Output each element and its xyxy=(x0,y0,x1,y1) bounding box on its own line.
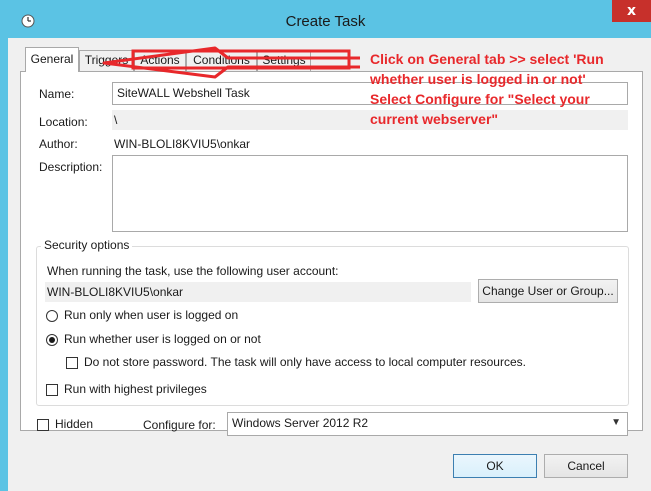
description-label: Description: xyxy=(39,160,103,174)
title-bar[interactable]: Create Task x xyxy=(0,0,651,38)
security-options-title: Security options xyxy=(41,238,133,252)
run-whether-logged-on-label[interactable]: Run whether user is logged on or not xyxy=(64,332,261,346)
tab-label: Triggers xyxy=(84,53,129,67)
change-user-button[interactable]: Change User or Group... xyxy=(478,279,618,303)
author-value: WIN-BLOLI8KVIU5\onkar xyxy=(114,137,251,151)
hidden-label[interactable]: Hidden xyxy=(55,417,93,431)
ok-button[interactable]: OK xyxy=(453,454,537,478)
run-whether-logged-on-radio[interactable] xyxy=(46,334,58,346)
tab-label: Settings xyxy=(262,53,306,67)
hidden-checkbox[interactable] xyxy=(37,419,49,431)
tab-settings[interactable]: Settings xyxy=(257,50,311,71)
tab-triggers[interactable]: Triggers xyxy=(79,50,134,71)
name-label: Name: xyxy=(39,87,75,101)
annotation-line-4: current webserver" xyxy=(370,111,499,127)
description-textarea[interactable] xyxy=(112,155,628,232)
configure-for-value: Windows Server 2012 R2 xyxy=(232,416,369,430)
author-label: Author: xyxy=(39,137,78,151)
tab-general[interactable]: General xyxy=(25,47,79,72)
tab-label: General xyxy=(30,52,74,66)
configure-for-label: Configure for: xyxy=(143,418,216,432)
configure-for-select[interactable]: Windows Server 2012 R2 ▼ xyxy=(227,412,628,436)
annotation-line-1: Click on General tab >> select 'Run xyxy=(370,51,604,67)
tab-label: Actions xyxy=(140,53,180,67)
highest-privileges-checkbox[interactable] xyxy=(46,384,58,396)
highest-privileges-label[interactable]: Run with highest privileges xyxy=(64,382,207,396)
tab-actions[interactable]: Actions xyxy=(134,50,186,71)
annotation-text: Click on General tab >> select 'Run whet… xyxy=(370,49,604,129)
annotation-line-3: Select Configure for "Select your xyxy=(370,91,590,107)
run-logged-on-label[interactable]: Run only when user is logged on xyxy=(64,308,238,322)
close-icon: x xyxy=(626,3,637,19)
chevron-down-icon: ▼ xyxy=(611,417,621,428)
window-title: Create Task xyxy=(285,13,366,30)
close-button[interactable]: x xyxy=(612,0,651,22)
tab-conditions[interactable]: Conditions xyxy=(186,50,257,71)
tab-label: Conditions xyxy=(193,53,250,67)
annotation-line-2: whether user is logged in or not' xyxy=(370,71,586,87)
no-store-password-label[interactable]: Do not store password. The task will onl… xyxy=(84,355,526,369)
cancel-button[interactable]: Cancel xyxy=(544,454,628,478)
run-logged-on-radio[interactable] xyxy=(46,310,58,322)
location-label: Location: xyxy=(39,115,88,129)
account-value: WIN-BLOLI8KVIU5\onkar xyxy=(45,282,471,302)
no-store-password-checkbox[interactable] xyxy=(66,357,78,369)
account-prompt: When running the task, use the following… xyxy=(47,264,339,278)
